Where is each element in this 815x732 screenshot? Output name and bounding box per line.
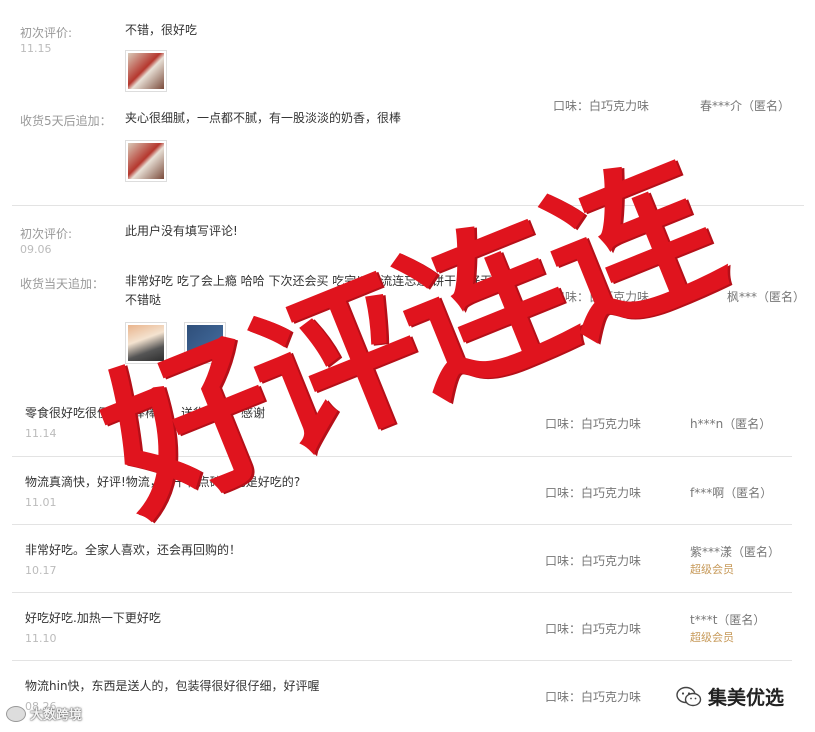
review-text: 好吃好吃.加热一下更好吃	[25, 611, 161, 625]
followup-review-text: 夹心很细腻，一点都不腻，有一股淡淡的奶香，很棒	[125, 111, 402, 125]
initial-review-label: 初次评价:	[20, 227, 73, 241]
product-spec: 口味：白巧克力味	[553, 290, 650, 304]
product-spec: 口味：白巧克力味	[545, 690, 642, 704]
weibo-logo-icon	[6, 705, 26, 722]
reviewer-name: h***n（匿名）	[690, 417, 772, 431]
reviewer-name: 春***介（匿名）	[700, 99, 791, 113]
product-spec: 口味：白巧克力味	[545, 554, 642, 568]
vip-member-badge: 超级会员	[690, 563, 734, 576]
initial-review-label: 初次评价:	[20, 26, 73, 40]
watermark-right: 集美优选	[676, 683, 784, 710]
photo-image	[128, 143, 164, 179]
review-photo-thumbnail[interactable]	[184, 322, 226, 364]
review-photo-thumbnail[interactable]	[125, 50, 167, 92]
review-text: 此用户没有填写评论!	[125, 224, 238, 238]
followup-review-label: 收货当天追加：	[20, 277, 105, 291]
divider	[12, 524, 792, 525]
reviewer-name: f***啊（匿名）	[690, 486, 773, 500]
product-spec: 口味：白巧克力味	[545, 622, 642, 636]
reviewer-name: 紫***漾（匿名）	[690, 545, 781, 559]
divider	[12, 456, 792, 457]
review-date: 11.01	[25, 496, 57, 509]
review-photo-thumbnail[interactable]	[125, 322, 167, 364]
followup-review-text: 非常好吃 吃了会上瘾 哈哈 下次还会买 吃完以后流连忘返 饼干完好无损	[125, 274, 505, 288]
review-date: 11.15	[20, 42, 52, 55]
watermark-text: 集美优选	[708, 687, 785, 709]
review-text: 非常好吃。全家人喜欢，还会再回购的！	[25, 543, 242, 557]
review-date: 10.17	[25, 564, 57, 577]
review-photo-thumbnail[interactable]	[125, 140, 167, 182]
vip-member-badge: 超级会员	[690, 631, 734, 644]
followup-review-text-continued: 不错哒	[125, 293, 162, 307]
product-spec: 口味：白巧克力味	[545, 486, 642, 500]
review-text: 不错，很好吃	[125, 23, 198, 37]
product-spec: 口味：白巧克力味	[545, 417, 642, 431]
review-date: 11.14	[25, 427, 57, 440]
watermark-left: 大数跨境	[6, 704, 82, 723]
watermark-text: 大数跨境	[30, 708, 83, 723]
review-text: 物流hin快，东西是送人的，包装得很好很仔细，好评喔	[25, 679, 320, 693]
review-text: 物流真滴快，好评!物流，饼干有点碎但也是好吃的?	[25, 475, 301, 489]
review-date: 09.06	[20, 243, 52, 256]
divider	[12, 660, 792, 661]
photo-image	[128, 53, 164, 89]
reviewer-name: t***t（匿名）	[690, 613, 766, 627]
followup-review-label: 收货5天后追加：	[20, 114, 112, 128]
review-date: 11.10	[25, 632, 57, 645]
product-spec: 口味：白巧克力味	[553, 99, 650, 113]
photo-image	[187, 325, 223, 361]
photo-image	[128, 325, 164, 361]
review-text: 零食很好吃很便宜，棒棒哒。送货上门，感谢	[25, 406, 266, 420]
reviewer-name: 枫***（匿名）	[727, 290, 806, 304]
divider	[12, 592, 792, 593]
wechat-logo-icon	[676, 686, 702, 706]
divider	[12, 205, 804, 206]
